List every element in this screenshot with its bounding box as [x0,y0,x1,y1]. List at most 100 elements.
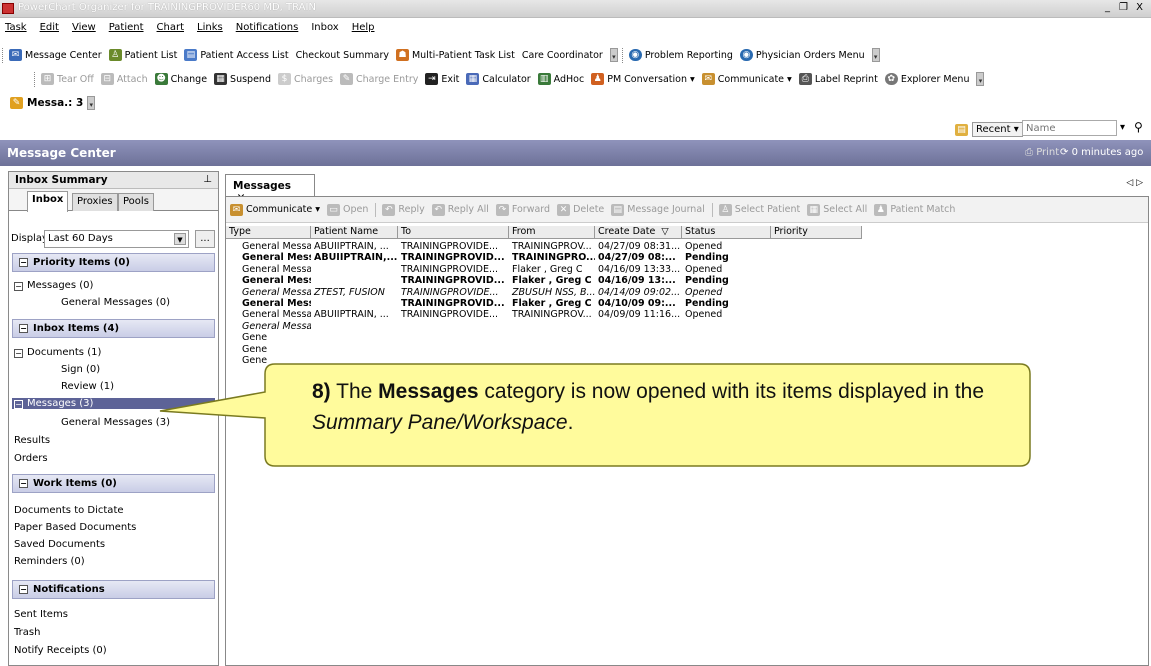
toolbar-grip[interactable] [34,71,37,87]
table-row[interactable]: General MessagesABUIIPTRAIN, ... TRAINING… [226,309,771,321]
menu-view[interactable]: View [72,22,96,40]
table-row[interactable]: General Messag... TRAININGPROVID... Flaker… [226,298,771,310]
multi-patient-task-list-button[interactable]: ☗ Multi-Patient Task List [395,49,515,61]
attach-button[interactable]: ⊟ Attach [100,73,148,85]
table-row[interactable]: Gene [226,344,771,356]
binoculars-search-icon[interactable]: ⚲ [1134,120,1143,134]
open-button[interactable]: ▭ Open [327,203,368,216]
toolbar-grip[interactable] [2,47,5,63]
physician-orders-menu-button[interactable]: ◉ Physician Orders Menu [739,49,865,61]
menu-task[interactable]: Task [5,22,27,40]
message-journal-button[interactable]: ▤ Message Journal [611,203,705,216]
forward-button[interactable]: ↷ Forward [495,203,550,216]
table-row[interactable]: General MessagesABUIIPTRAIN, ... TRAINING… [226,241,771,253]
menu-edit[interactable]: Edit [40,22,59,40]
tree-node[interactable]: Results [14,435,50,446]
tree-node[interactable]: Notify Receipts (0) [14,645,107,656]
toolbar-overflow-chevron-icon[interactable]: ▾ [871,48,880,62]
menu-patient[interactable]: Patient [109,22,144,40]
notifications-header[interactable]: − Notifications [12,580,215,599]
tab-inbox[interactable]: Inbox [27,191,69,212]
close-button[interactable]: X [1132,1,1147,15]
patient-list-button[interactable]: ♙ Patient List [108,49,177,61]
pm-conversation-button[interactable]: ♟ PM Conversation ▾ [591,73,695,85]
display-options-button[interactable]: ... [195,230,215,248]
display-select[interactable]: Last 60 Days ▼ [44,230,189,248]
minimize-button[interactable]: _ [1100,1,1115,15]
calculator-button[interactable]: ▦ Calculator [466,73,531,85]
tab-messages[interactable]: Messages ✕ [225,174,315,204]
menu-inbox[interactable]: Inbox [311,22,338,40]
tree-node[interactable]: Trash [14,627,40,638]
table-row[interactable]: General MessagesZTEST, FUSION TRAININGPRO… [226,287,771,299]
menu-notifications[interactable]: Notifications [236,22,299,40]
column-patient-name[interactable]: Patient Name [311,226,398,239]
tree-node[interactable]: Sign (0) [61,364,100,375]
tree-node[interactable]: Review (1) [61,381,114,392]
tree-node[interactable]: Orders [14,453,48,464]
name-search-input[interactable] [1022,120,1117,136]
tree-node[interactable]: − Documents (1) [14,347,101,358]
tab-proxies[interactable]: Proxies [72,193,118,211]
problem-reporting-button[interactable]: ◉ Problem Reporting [628,49,733,61]
explorer-menu-button[interactable]: ✿ Explorer Menu [884,73,969,85]
table-row[interactable]: General Messages TRAININGPROVIDE... Flaker… [226,264,771,276]
menu-chart[interactable]: Chart [157,22,184,40]
table-row[interactable]: General Messag... TRAININGPROVID... Flaker… [226,275,771,287]
tree-node[interactable]: Sent Items [14,609,68,620]
label-reprint-button[interactable]: ⎙ Label Reprint [798,73,878,85]
table-row[interactable]: Gene [226,332,771,344]
table-row[interactable]: General Messages [226,321,771,333]
name-dropdown-icon[interactable]: ▾ [1120,122,1125,133]
column-to[interactable]: To [398,226,509,239]
table-row[interactable]: General Messag...ABUIIPTRAIN,...TRAINING… [226,252,771,264]
messa-toolbar-tab[interactable]: ✎ Messa.: 3 ▾ [10,96,96,110]
exit-button[interactable]: ⇥ Exit [425,73,459,85]
suspend-button[interactable]: ▦ Suspend [214,73,271,85]
select-patient-button[interactable]: ♙ Select Patient [718,203,800,216]
tab-pools[interactable]: Pools [118,193,154,211]
menu-help[interactable]: Help [352,22,375,40]
inbox-items-header[interactable]: − Inbox Items (4) [12,319,215,338]
column-status[interactable]: Status [682,226,771,239]
column-from[interactable]: From [509,226,595,239]
message-center-button[interactable]: ✉ Message Center [9,49,102,61]
tear-off-button[interactable]: ⊞ Tear Off [41,73,94,85]
recent-button[interactable]: Recent ▾ [972,122,1023,137]
select-all-button[interactable]: ▦ Select All [807,203,867,216]
care-coordinator-button[interactable]: Care Coordinator [522,50,603,61]
refresh-button[interactable]: ⟳ 0 minutes ago [1060,147,1143,158]
toolbar-grip[interactable] [621,47,625,63]
reply-button[interactable]: ↶ Reply [382,203,425,216]
print-button[interactable]: ⎙ Print [1025,147,1059,158]
charges-button[interactable]: $ Charges [277,73,333,85]
tab-scroll-arrows-icon[interactable]: ◁ ▷ [1126,178,1143,188]
priority-items-header[interactable]: − Priority Items (0) [12,253,215,272]
messa-chevron-icon[interactable]: ▾ [87,96,96,110]
tree-node[interactable]: Saved Documents [14,539,105,550]
communicate-button[interactable]: ✉ Communicate ▾ [230,203,320,216]
change-button[interactable]: ☻ Change [154,73,207,85]
table-row[interactable]: Gene [226,355,771,367]
communicate-button[interactable]: ✉ Communicate ▾ [701,73,792,85]
tree-node[interactable]: Documents to Dictate [14,505,124,516]
column-priority[interactable]: Priority [771,226,862,239]
patient-match-button[interactable]: ♟ Patient Match [874,203,955,216]
toolbar-overflow-chevron-icon[interactable]: ▾ [976,72,985,86]
tree-node[interactable]: General Messages (3) [61,417,170,428]
tree-node-selected[interactable]: − Messages (3) [12,398,215,409]
work-items-header[interactable]: − Work Items (0) [12,474,215,493]
column-create-date[interactable]: Create Date ▽ [595,226,682,239]
adhoc-button[interactable]: ▥ AdHoc [537,73,584,85]
pin-icon[interactable]: ⊥ [203,174,212,185]
tree-node[interactable]: Reminders (0) [14,556,85,567]
charge-entry-button[interactable]: ✎ Charge Entry [340,73,418,85]
tree-node[interactable]: General Messages (0) [61,297,170,308]
restore-button[interactable]: ❐ [1116,1,1131,15]
toolbar-overflow-chevron-icon[interactable]: ▾ [609,48,618,62]
tree-node[interactable]: − Messages (0) [14,280,93,291]
column-type[interactable]: Type [226,226,311,239]
checkout-summary-button[interactable]: Checkout Summary [296,50,389,61]
tree-node[interactable]: Paper Based Documents [14,522,136,533]
menu-links[interactable]: Links [197,22,223,40]
